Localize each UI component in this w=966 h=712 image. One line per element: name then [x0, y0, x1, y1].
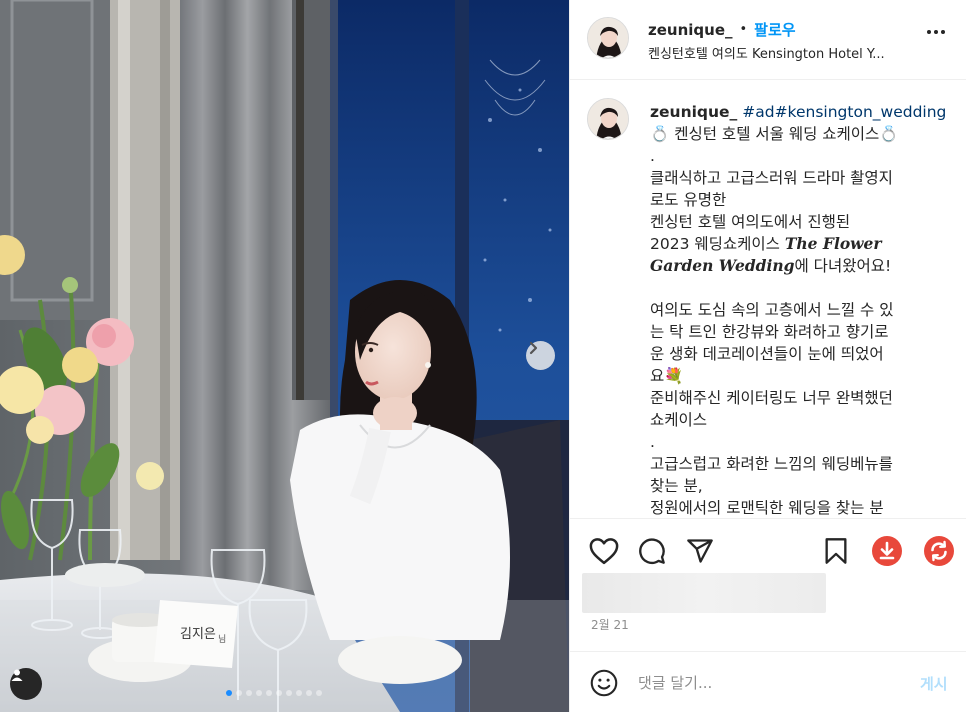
comment-button[interactable]	[638, 537, 666, 569]
caption-line: 2023 웨딩쇼케이스 The Flower	[650, 233, 950, 255]
carousel-dot	[236, 690, 242, 696]
caption-line: 는 탁 트인 한강뷰와 화려하고 향기로	[650, 323, 889, 341]
caption-section[interactable]: zeunique_ #ad#kensington_wedding 💍 켄싱턴 호…	[570, 81, 966, 517]
caption-line: 고급스럽고 화려한 느낌의 웨딩베뉴를	[650, 455, 893, 473]
caption-text-part: 2023 웨딩쇼케이스	[650, 235, 785, 253]
follow-button[interactable]: 팔로우	[754, 19, 795, 40]
more-horizontal-icon	[927, 30, 931, 34]
bookmark-icon	[825, 538, 847, 564]
caption-line: 클래식하고 고급스러워 드라마 촬영지	[650, 169, 893, 187]
heart-icon	[589, 538, 619, 565]
carousel-dot	[306, 690, 312, 696]
caption-line: Garden Wedding에 다녀왔어요!	[650, 255, 950, 277]
caption-line: 쇼케이스	[650, 411, 708, 429]
caption-line: 운 생화 데코레이션들이 눈에 띄었어	[650, 345, 884, 363]
post-photo[interactable]: 김지은 님	[0, 0, 569, 712]
caption-avatar[interactable]	[587, 98, 629, 140]
avatar[interactable]	[587, 17, 629, 59]
carousel-indicator	[226, 690, 322, 696]
caption-text: zeunique_ #ad#kensington_wedding 💍 켄싱턴 호…	[650, 101, 950, 517]
name-card-text: 김지은	[180, 627, 216, 642]
comment-input[interactable]	[638, 670, 908, 696]
carousel-next-button[interactable]	[526, 341, 555, 370]
caption-line: 준비해주신 케이터링도 너무 완벽했던	[650, 389, 893, 407]
caption-line: 켄싱턴 호텔 여의도에서 진행된	[650, 213, 851, 231]
caption-line: 💍 켄싱턴 호텔 서울 웨딩 쇼케이스💍	[650, 125, 899, 143]
post-details-panel: zeunique_ • 팔로우 켄싱턴호텔 여의도 Kensington Hot…	[569, 0, 966, 712]
likes-count-redacted	[582, 573, 826, 613]
comment-bar: 게시	[570, 651, 966, 712]
separator-dot: •	[739, 22, 748, 37]
caption-gap	[650, 277, 950, 299]
caption-line: .	[650, 147, 655, 165]
repost-button[interactable]	[923, 535, 955, 571]
header-title-row: zeunique_ • 팔로우	[648, 19, 796, 40]
caption-text-part: 에 다녀왔어요!	[794, 257, 892, 275]
send-icon	[687, 539, 713, 563]
carousel-dot	[266, 690, 272, 696]
location-link[interactable]: 켄싱턴호텔 여의도 Kensington Hotel Y...	[648, 43, 885, 62]
comment-icon	[639, 538, 665, 564]
repost-icon	[924, 536, 954, 566]
avatar-image	[588, 99, 628, 139]
name-card-suffix: 님	[218, 634, 226, 645]
photo-illustration: 김지은 님	[0, 0, 569, 712]
carousel-dot	[316, 690, 322, 696]
post-comment-button[interactable]: 게시	[920, 673, 948, 694]
more-dot	[941, 30, 945, 34]
tagged-users-button[interactable]	[10, 668, 42, 700]
post-header: zeunique_ • 팔로우 켄싱턴호텔 여의도 Kensington Hot…	[570, 0, 966, 80]
more-options-button[interactable]	[927, 30, 945, 34]
caption-line: 여의도 도심 속의 고층에서 느낄 수 있	[650, 301, 894, 319]
carousel-dot	[296, 690, 302, 696]
avatar-image	[588, 18, 628, 58]
caption-first-line: zeunique_ #ad#kensington_wedding	[650, 101, 950, 123]
caption-hashtags[interactable]: #ad#kensington_wedding	[742, 103, 946, 121]
download-icon	[872, 536, 902, 566]
carousel-dot	[226, 690, 232, 696]
caption-fancy-text: The Flower	[784, 234, 882, 253]
post-date[interactable]: 2월 21	[591, 616, 629, 633]
caption-line: 로도 유명한	[650, 191, 727, 209]
carousel-dot	[276, 690, 282, 696]
emoji-button[interactable]	[590, 669, 618, 701]
carousel-dot	[246, 690, 252, 696]
like-button[interactable]	[589, 537, 619, 569]
carousel-dot	[256, 690, 262, 696]
chevron-right-icon	[529, 341, 538, 355]
caption-line: 찾는 분,	[650, 477, 703, 495]
caption-line: 정원에서의 로맨틱한 웨딩을 찾는 분	[650, 499, 884, 517]
smiley-icon	[590, 669, 618, 697]
user-icon	[11, 669, 23, 681]
more-dot	[934, 30, 938, 34]
username-link[interactable]: zeunique_	[648, 21, 733, 39]
caption-line: 요💐	[650, 367, 684, 385]
share-button[interactable]	[686, 537, 714, 569]
download-button[interactable]	[871, 535, 903, 571]
caption-line: .	[650, 433, 655, 451]
save-button[interactable]	[823, 537, 849, 569]
carousel-dot	[286, 690, 292, 696]
caption-fancy-text: Garden Wedding	[650, 256, 795, 275]
caption-username[interactable]: zeunique_	[650, 103, 737, 121]
